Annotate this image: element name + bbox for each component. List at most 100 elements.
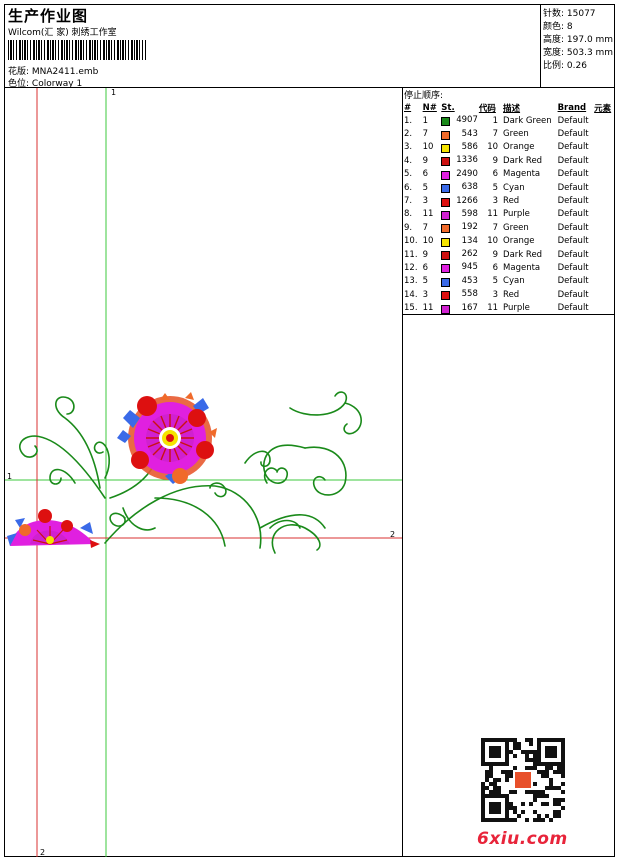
table-row: 3. 10 586 10 Orange Default bbox=[403, 141, 615, 154]
row-index: 10. bbox=[404, 236, 418, 247]
row-stitches: 4907 bbox=[440, 114, 478, 127]
row-stitches: 586 bbox=[440, 141, 478, 154]
table-row: 5. 6 2490 6 Magenta Default bbox=[403, 168, 615, 181]
row-code: 7 bbox=[492, 129, 499, 140]
col-brand: Brand bbox=[557, 102, 587, 113]
row-stitches: 192 bbox=[440, 221, 478, 234]
color-swatch bbox=[441, 184, 451, 194]
row-element bbox=[593, 275, 615, 288]
row-code: 11 bbox=[487, 209, 499, 220]
row-brand: Default bbox=[557, 249, 589, 260]
row-brand: Default bbox=[557, 155, 589, 166]
color-swatch bbox=[441, 117, 451, 127]
row-index: 8. bbox=[404, 209, 413, 220]
table-row: 13. 5 453 5 Cyan Default bbox=[403, 275, 615, 288]
row-brand: Default bbox=[557, 142, 589, 153]
row-code: 7 bbox=[492, 222, 499, 233]
row-description: Cyan bbox=[503, 182, 525, 193]
table-header-row: # N# St. 代码 描述 Brand 元素 bbox=[403, 101, 615, 114]
table-row: 14. 3 558 3 Red Default bbox=[403, 288, 615, 301]
row-brand: Default bbox=[557, 169, 589, 180]
table-row: 12. 6 945 6 Magenta Default bbox=[403, 261, 615, 274]
stat-height: 高度: 197.0 mm bbox=[543, 35, 614, 45]
row-index: 9. bbox=[404, 222, 413, 233]
table-row: 15. 11 167 11 Purple Default bbox=[403, 301, 615, 314]
table-row: 4. 9 1336 9 Dark Red Default bbox=[403, 154, 615, 167]
row-description: Magenta bbox=[503, 262, 541, 273]
row-code: 9 bbox=[492, 155, 499, 166]
row-brand: Default bbox=[557, 115, 589, 126]
stop-sequence-panel: 停止顺序: # N# St. 代码 描述 Brand 元素 1. 1 4907 1 Da… bbox=[403, 88, 615, 315]
col-index: # bbox=[404, 102, 412, 113]
color-swatch bbox=[441, 224, 451, 234]
row-element bbox=[593, 301, 615, 314]
row-needle: 10 bbox=[422, 142, 434, 153]
row-brand: Default bbox=[557, 129, 589, 140]
row-description: Orange bbox=[503, 236, 535, 247]
col-needle: N# bbox=[422, 102, 437, 113]
studio-name: Wilcom(汇 家) 刺绣工作室 bbox=[8, 28, 117, 38]
row-description: Orange bbox=[503, 142, 535, 153]
row-needle: 9 bbox=[422, 155, 429, 166]
col-code: 代码 bbox=[478, 103, 496, 114]
row-stitches: 1266 bbox=[440, 194, 478, 207]
color-swatch bbox=[441, 251, 451, 261]
stat-stitches: 针数: 15077 bbox=[543, 9, 596, 19]
row-stitches: 543 bbox=[440, 127, 478, 140]
row-needle: 3 bbox=[422, 196, 429, 207]
row-description: Green bbox=[503, 222, 529, 233]
row-element bbox=[593, 181, 615, 194]
row-brand: Default bbox=[557, 196, 589, 207]
row-stitches: 262 bbox=[440, 248, 478, 261]
row-code: 11 bbox=[487, 303, 499, 314]
stop-sequence-title: 停止顺序: bbox=[404, 91, 444, 101]
row-element bbox=[593, 114, 615, 127]
guide-label-bottom: 2 bbox=[40, 848, 45, 857]
barcode bbox=[8, 40, 146, 60]
color-swatch bbox=[441, 237, 451, 247]
row-element bbox=[593, 235, 615, 248]
row-needle: 9 bbox=[422, 249, 429, 260]
row-code: 6 bbox=[492, 262, 499, 273]
row-description: Green bbox=[503, 129, 529, 140]
guide-label-left: 1 bbox=[7, 472, 12, 481]
table-row: 6. 5 638 5 Cyan Default bbox=[403, 181, 615, 194]
row-index: 2. bbox=[404, 129, 413, 140]
site-logo: 6xiu.com bbox=[477, 829, 568, 849]
row-needle: 6 bbox=[422, 169, 429, 180]
row-code: 6 bbox=[492, 169, 499, 180]
row-needle: 11 bbox=[422, 303, 434, 314]
color-swatch bbox=[441, 197, 451, 207]
row-needle: 3 bbox=[422, 289, 429, 300]
col-element: 元素 bbox=[594, 103, 612, 114]
table-row: 7. 3 1266 3 Red Default bbox=[403, 194, 615, 207]
row-brand: Default bbox=[557, 303, 589, 314]
row-element bbox=[593, 194, 615, 207]
stop-sequence-table: # N# St. 代码 描述 Brand 元素 1. 1 4907 1 Dark Gre… bbox=[403, 101, 615, 315]
row-index: 12. bbox=[404, 262, 418, 273]
color-swatch bbox=[441, 264, 451, 274]
row-index: 1. bbox=[404, 115, 413, 126]
row-stitches: 134 bbox=[440, 235, 478, 248]
row-stitches: 2490 bbox=[440, 168, 478, 181]
color-swatch bbox=[441, 304, 451, 314]
color-swatch bbox=[441, 143, 451, 153]
color-swatch bbox=[441, 157, 451, 167]
row-stitches: 453 bbox=[440, 275, 478, 288]
row-code: 10 bbox=[487, 142, 499, 153]
row-brand: Default bbox=[557, 276, 589, 287]
guide-label-right: 2 bbox=[390, 530, 395, 539]
table-row: 1. 1 4907 1 Dark Green Default bbox=[403, 114, 615, 127]
row-element bbox=[593, 261, 615, 274]
row-description: Purple bbox=[503, 303, 530, 314]
design-stats: 针数: 15077 颜色: 8 高度: 197.0 mm 宽度: 503.3 m… bbox=[541, 4, 615, 88]
row-needle: 1 bbox=[422, 115, 429, 126]
row-element bbox=[593, 141, 615, 154]
row-description: Red bbox=[503, 196, 520, 207]
row-brand: Default bbox=[557, 289, 589, 300]
row-index: 4. bbox=[404, 155, 413, 166]
small-flower bbox=[7, 509, 100, 548]
row-stitches: 558 bbox=[440, 288, 478, 301]
col-description: 描述 bbox=[503, 103, 521, 114]
table-row: 10. 10 134 10 Orange Default bbox=[403, 235, 615, 248]
